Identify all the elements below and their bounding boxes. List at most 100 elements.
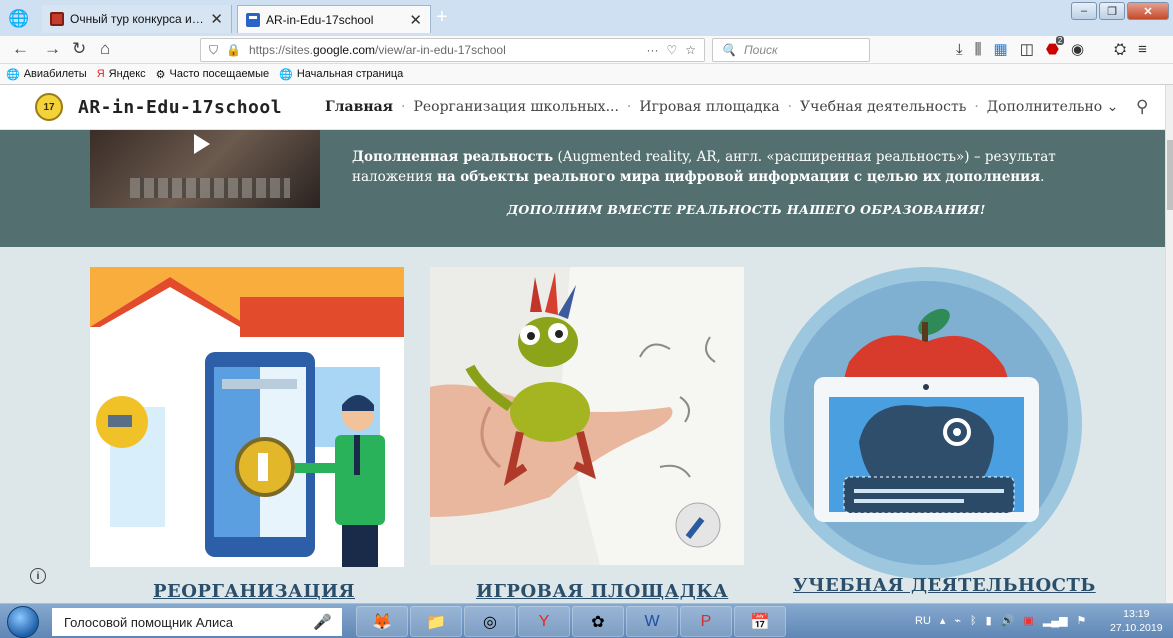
tab-label: Очный тур конкурса инновац (70, 12, 205, 26)
yandex-icon: Я (96, 68, 105, 80)
info-icon[interactable]: i (30, 568, 46, 584)
system-tray: RU ▴ ⌁ ᛒ ▮ 🔊 ▣ ▂▄▆ ⚑ (915, 614, 1087, 628)
word-icon[interactable]: W (626, 606, 678, 637)
school-logo[interactable]: 17 (35, 93, 63, 121)
video-thumbnail[interactable] (90, 130, 320, 208)
card-title-education[interactable]: УЧЕБНАЯ ДЕЯТЕЛЬНОСТЬ (793, 575, 1096, 596)
battery-icon[interactable]: ▮ (986, 614, 992, 627)
reload-icon[interactable]: ↻ (72, 39, 86, 59)
close-icon[interactable]: ✕ (409, 11, 422, 29)
minimize-button[interactable]: – (1071, 2, 1097, 20)
adblock-icon[interactable]: ⬣ 2 (1046, 36, 1065, 58)
volume-icon[interactable]: 🔊 (1001, 614, 1015, 627)
tab-favicon-icon (246, 12, 260, 27)
card-title-playground[interactable]: ИГРОВАЯ ПЛОЩАДКА (476, 581, 728, 602)
gear-icon: ⚙ (155, 68, 166, 81)
library-icon[interactable]: ⫼ (975, 41, 982, 58)
video-frame-decoration (130, 178, 290, 198)
browser-toolbar: ← → ↻ ⌂ ⛉ 🔒 https://sites.google.com/vie… (0, 36, 1173, 64)
ar-creature-photo[interactable] (430, 267, 744, 565)
play-icon[interactable] (194, 134, 210, 154)
close-icon[interactable]: ✕ (210, 10, 223, 28)
calendar-app-icon[interactable]: 📅 (734, 606, 786, 637)
bookmark-yandex[interactable]: Я Яндекс (97, 68, 146, 80)
start-button[interactable] (7, 606, 39, 638)
bookmark-star-icon[interactable]: ☆ (685, 43, 696, 57)
scrollbar-thumb[interactable] (1167, 140, 1173, 210)
signal-icon[interactable]: ▂▄▆ (1043, 614, 1068, 627)
tab-favicon-icon (50, 12, 64, 26)
nav-separator: · (626, 99, 632, 115)
nav-item-reorganization[interactable]: Реорганизация школьных... (413, 99, 618, 115)
banner-slogan: ДОПОЛНИМ ВМЕСТЕ РЕАЛЬНОСТЬ НАШЕГО ОБРАЗО… (507, 202, 986, 217)
window-controls: – ❐ ✕ (1071, 2, 1169, 20)
flag-icon[interactable]: ⚑ (1077, 614, 1087, 627)
hero-banner: Дополненная реальность (Augmented realit… (0, 130, 1165, 247)
globe-icon: 🌐 (6, 68, 20, 81)
tray-expand-icon[interactable]: ▴ (940, 614, 946, 627)
education-illustration[interactable] (769, 267, 1083, 579)
bookmark-frequent[interactable]: ⚙ Часто посещаемые (156, 68, 269, 81)
firefox-icon[interactable]: 🦊 (356, 606, 408, 637)
card-title-reorganization[interactable]: РЕОРГАНИЗАЦИЯ (153, 581, 355, 602)
explorer-icon[interactable]: 📁 (410, 606, 462, 637)
menu-icon[interactable]: ≡ (1138, 41, 1147, 58)
bluetooth-icon[interactable]: ᛒ (970, 615, 977, 627)
back-arrow-icon[interactable]: ← (12, 39, 29, 59)
clock-time: 13:19 (1123, 608, 1150, 620)
page-actions-icon[interactable]: ··· (646, 43, 658, 57)
pocket-icon[interactable]: ♡ (666, 43, 677, 57)
windows-taskbar: Голосовой помощник Алиса 🎤 🦊 📁 ◎ Y ✿ W P… (0, 603, 1173, 638)
nav-separator: · (974, 99, 979, 115)
toolbar-icons: ⤓ ⫼ ▦ ◫ ⬣ 2 ◉ ⛭ ≡ (956, 36, 1147, 58)
tab-label: AR-in-Edu-17school (266, 12, 374, 27)
new-tab-plus-icon[interactable]: + (436, 6, 448, 29)
extension-icon[interactable]: ▦ (994, 40, 1008, 58)
nav-item-education[interactable]: Учебная деятельность (800, 99, 966, 115)
voice-assistant-input[interactable]: Голосовой помощник Алиса 🎤 (52, 608, 342, 636)
cards-section: РЕОРГАНИЗАЦИЯ ИГРОВАЯ ПЛОЩАДКА УЧЕБНАЯ Д… (0, 247, 1165, 603)
shield-icon[interactable]: ⛉ (209, 43, 218, 58)
address-bar[interactable]: ⛉ 🔒 https://sites.google.com/view/ar-in-… (200, 38, 705, 62)
chrome-icon[interactable]: ◎ (464, 606, 516, 637)
clock-date: 27.10.2019 (1110, 622, 1163, 634)
globe-icon: 🌐 (279, 68, 293, 81)
page-scrollbar[interactable] (1165, 85, 1173, 603)
tab-ar-in-edu[interactable]: AR-in-Edu-17school ✕ (237, 5, 431, 33)
site-header: 17 AR-in-Edu-17school Главная · Реоргани… (0, 85, 1165, 130)
antivirus-icon[interactable]: ▣ (1023, 614, 1033, 627)
search-icon[interactable]: ⚲ (1136, 97, 1148, 117)
nav-separator: · (401, 99, 406, 115)
nav-item-playground[interactable]: Игровая площадка (639, 99, 779, 115)
lock-icon: 🔒 (226, 43, 241, 57)
bookmark-start-page[interactable]: 🌐 Начальная страница (279, 68, 403, 81)
browser-tabbar: 🌐 Очный тур конкурса инновац ✕ AR-in-Edu… (0, 0, 1173, 36)
home-icon[interactable]: ⌂ (100, 39, 110, 59)
tab-contest[interactable]: Очный тур конкурса инновац ✕ (42, 5, 232, 33)
powerpoint-icon[interactable]: P (680, 606, 732, 637)
forward-arrow-icon[interactable]: → (44, 39, 61, 59)
bookmark-aviabilety[interactable]: 🌐 Авиабилеты (6, 68, 87, 81)
clock[interactable]: 13:19 27.10.2019 (1110, 607, 1163, 635)
nav-item-home[interactable]: Главная (325, 99, 393, 115)
yandex-browser-icon[interactable]: Y (518, 606, 570, 637)
search-input[interactable]: 🔍 Поиск (712, 38, 870, 62)
site-title[interactable]: AR-in-Edu-17school (78, 97, 282, 118)
microphone-icon[interactable]: 🎤 (313, 613, 332, 631)
url-text: https://sites.google.com/view/ar-in-edu-… (248, 43, 506, 57)
account-icon[interactable]: ◉ (1071, 40, 1084, 58)
chevron-down-icon: ⌄ (1106, 99, 1119, 115)
reorganization-illustration[interactable] (90, 267, 404, 567)
customize-icon[interactable]: ⛭ (1114, 41, 1126, 58)
site-nav: Главная · Реорганизация школьных... · Иг… (325, 99, 1118, 115)
close-window-button[interactable]: ✕ (1127, 2, 1169, 20)
maximize-button[interactable]: ❐ (1099, 2, 1125, 20)
network-icon[interactable]: ⌁ (954, 614, 961, 627)
download-icon[interactable]: ⤓ (956, 41, 963, 58)
nav-item-more[interactable]: Дополнительно ⌄ (987, 99, 1119, 115)
globe-icon[interactable]: 🌐 (8, 8, 30, 30)
media-player-icon[interactable]: ✿ (572, 606, 624, 637)
sidebar-icon[interactable]: ◫ (1020, 40, 1034, 58)
banner-description: Дополненная реальность (Augmented realit… (352, 149, 1056, 185)
language-indicator[interactable]: RU (915, 615, 931, 627)
